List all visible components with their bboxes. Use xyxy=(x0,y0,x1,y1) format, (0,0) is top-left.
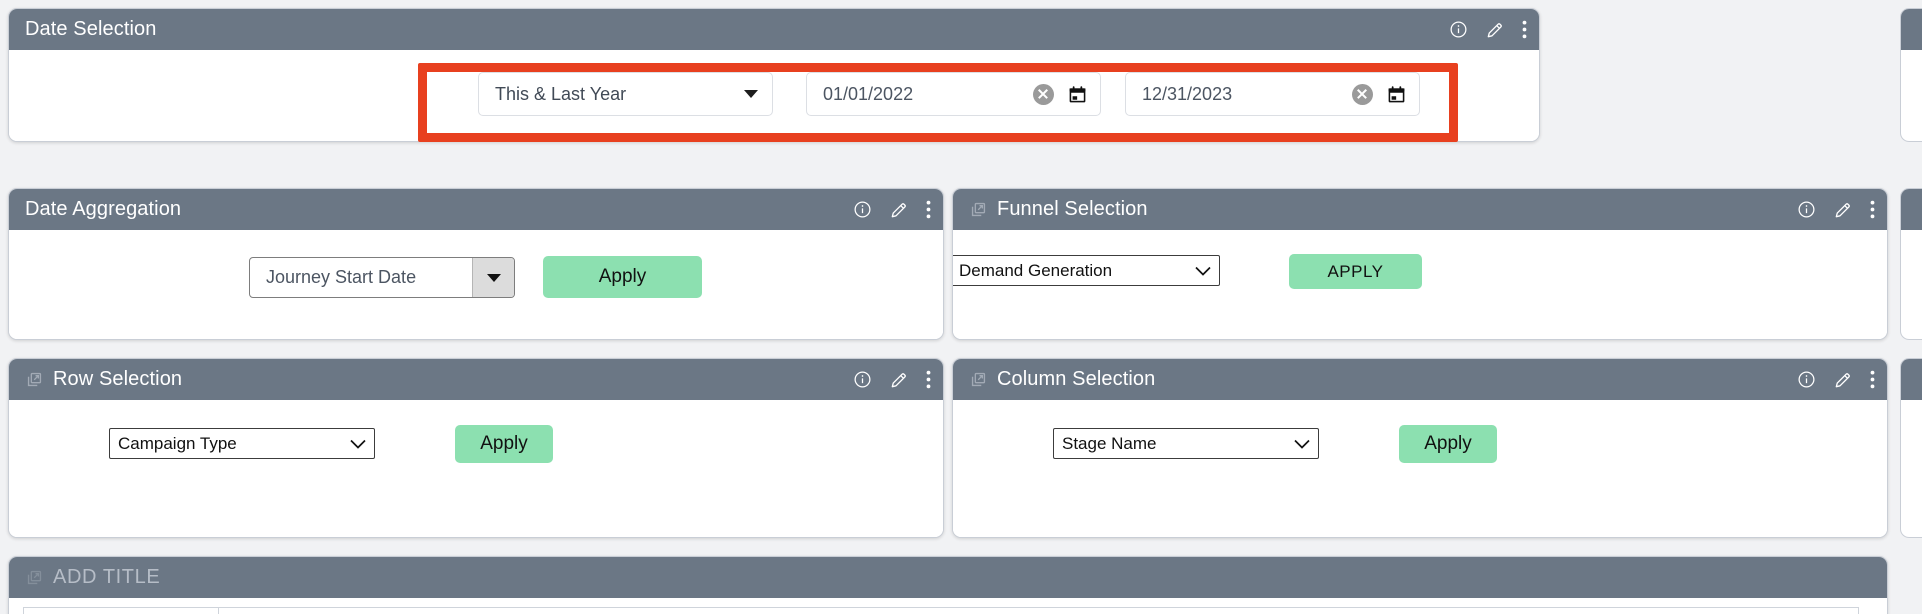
panel-add-title: ADD TITLE xyxy=(8,556,1888,614)
panel-header-row-selection: Row Selection xyxy=(9,359,943,400)
date-aggregation-value: Journey Start Date xyxy=(266,267,417,287)
pencil-edit-icon[interactable] xyxy=(889,370,909,390)
end-date-value: 12/31/2023 xyxy=(1142,83,1233,104)
dropdown-caret-icon xyxy=(744,90,758,98)
panel-column-selection: Column Selection Stage Name Apply xyxy=(952,358,1888,538)
panel-body-row-selection: Campaign Type Apply xyxy=(9,400,943,537)
column-selection-select[interactable]: Stage Name xyxy=(1053,428,1319,459)
panel-funnel-selection: Funnel Selection Demand Generation APPLY xyxy=(952,188,1888,340)
start-date-value: 01/01/2022 xyxy=(823,83,914,104)
panel-header-date-selection: Date Selection xyxy=(9,9,1539,50)
panel-body-add-title xyxy=(9,598,1887,614)
dropdown-caret-icon xyxy=(472,258,514,297)
date-aggregation-select[interactable]: Journey Start Date xyxy=(249,257,515,298)
more-vertical-icon[interactable] xyxy=(1870,370,1875,389)
table-cell xyxy=(23,607,219,614)
panel-row-selection: Row Selection Campaign Type Apply xyxy=(8,358,944,538)
more-vertical-icon[interactable] xyxy=(1522,20,1527,39)
panel-header-actions xyxy=(1797,189,1875,230)
info-icon[interactable] xyxy=(1797,200,1816,219)
table-cell xyxy=(219,607,1859,614)
funnel-select-value: Demand Generation xyxy=(959,260,1113,280)
panel-title-row-selection: Row Selection xyxy=(53,368,183,390)
info-icon[interactable] xyxy=(1449,20,1468,39)
row-selection-value: Campaign Type xyxy=(118,433,237,453)
row-selection-apply-button[interactable]: Apply xyxy=(455,425,553,463)
panel-body-column-selection: Stage Name Apply xyxy=(953,400,1887,537)
panel-title-date-aggregation: Date Aggregation xyxy=(25,198,182,220)
panel-edge-top-right xyxy=(1900,8,1922,142)
panel-header-funnel-selection: Funnel Selection xyxy=(953,189,1887,230)
chevron-down-icon xyxy=(349,438,367,450)
panel-header-column-selection: Column Selection xyxy=(953,359,1887,400)
panel-edge-bottom-right xyxy=(1900,358,1922,538)
funnel-apply-button[interactable]: APPLY xyxy=(1289,254,1422,289)
end-date-field[interactable]: 12/31/2023 xyxy=(1125,72,1420,116)
info-icon[interactable] xyxy=(853,370,872,389)
open-in-new-icon xyxy=(969,370,988,389)
panel-title-column-selection: Column Selection xyxy=(997,368,1156,390)
calendar-icon-end[interactable] xyxy=(1386,84,1407,105)
date-range-preset-select[interactable]: This & Last Year xyxy=(478,72,773,116)
panel-header-edge-top xyxy=(1901,9,1922,50)
more-vertical-icon[interactable] xyxy=(926,200,931,219)
open-in-new-icon xyxy=(25,568,44,587)
panel-header-edge-bottom xyxy=(1901,359,1922,400)
clear-circle-icon-end[interactable] xyxy=(1352,83,1373,105)
clear-circle-icon-start[interactable] xyxy=(1033,83,1054,105)
row-selection-select[interactable]: Campaign Type xyxy=(109,428,375,459)
panel-body-date-aggregation: Journey Start Date Apply xyxy=(9,230,943,339)
date-aggregation-apply-button[interactable]: Apply xyxy=(543,256,702,298)
chevron-down-icon xyxy=(1293,438,1311,450)
more-vertical-icon[interactable] xyxy=(926,370,931,389)
panel-title-date-selection: Date Selection xyxy=(25,18,157,40)
calendar-icon-start[interactable] xyxy=(1067,84,1088,105)
panel-header-actions xyxy=(853,359,931,400)
pencil-edit-icon[interactable] xyxy=(1833,200,1853,220)
table-row xyxy=(9,598,1887,614)
panel-body-date-selection: This & Last Year 01/01/2022 12/31/2023 xyxy=(9,50,1539,141)
panel-header-date-aggregation: Date Aggregation xyxy=(9,189,943,230)
dashboard-canvas: Date Selection This & Last Year 01/01/20… xyxy=(0,0,1922,614)
start-date-field[interactable]: 01/01/2022 xyxy=(806,72,1101,116)
panel-title-add-title: ADD TITLE xyxy=(53,566,161,588)
pencil-edit-icon[interactable] xyxy=(1833,370,1853,390)
panel-header-edge-mid xyxy=(1901,189,1922,230)
panel-body-funnel-selection: Demand Generation APPLY xyxy=(953,230,1887,339)
panel-header-actions xyxy=(1449,9,1527,50)
panel-date-selection: Date Selection This & Last Year 01/01/20… xyxy=(8,8,1540,142)
chevron-down-icon xyxy=(1194,265,1212,277)
panel-date-aggregation: Date Aggregation Journey Start Date Appl… xyxy=(8,188,944,340)
column-selection-apply-button[interactable]: Apply xyxy=(1399,425,1497,463)
funnel-select[interactable]: Demand Generation xyxy=(953,255,1220,286)
panel-title-funnel-selection: Funnel Selection xyxy=(997,198,1148,220)
info-icon[interactable] xyxy=(1797,370,1816,389)
panel-header-actions xyxy=(1797,359,1875,400)
panel-header-add-title: ADD TITLE xyxy=(9,557,1887,598)
open-in-new-icon xyxy=(25,370,44,389)
column-selection-value: Stage Name xyxy=(1062,433,1157,453)
info-icon[interactable] xyxy=(853,200,872,219)
open-in-new-icon xyxy=(969,200,988,219)
more-vertical-icon[interactable] xyxy=(1870,200,1875,219)
panel-header-actions xyxy=(853,189,931,230)
pencil-edit-icon[interactable] xyxy=(889,200,909,220)
panel-edge-mid-right xyxy=(1900,188,1922,340)
pencil-edit-icon[interactable] xyxy=(1485,20,1505,40)
date-range-preset-value: This & Last Year xyxy=(495,83,627,104)
